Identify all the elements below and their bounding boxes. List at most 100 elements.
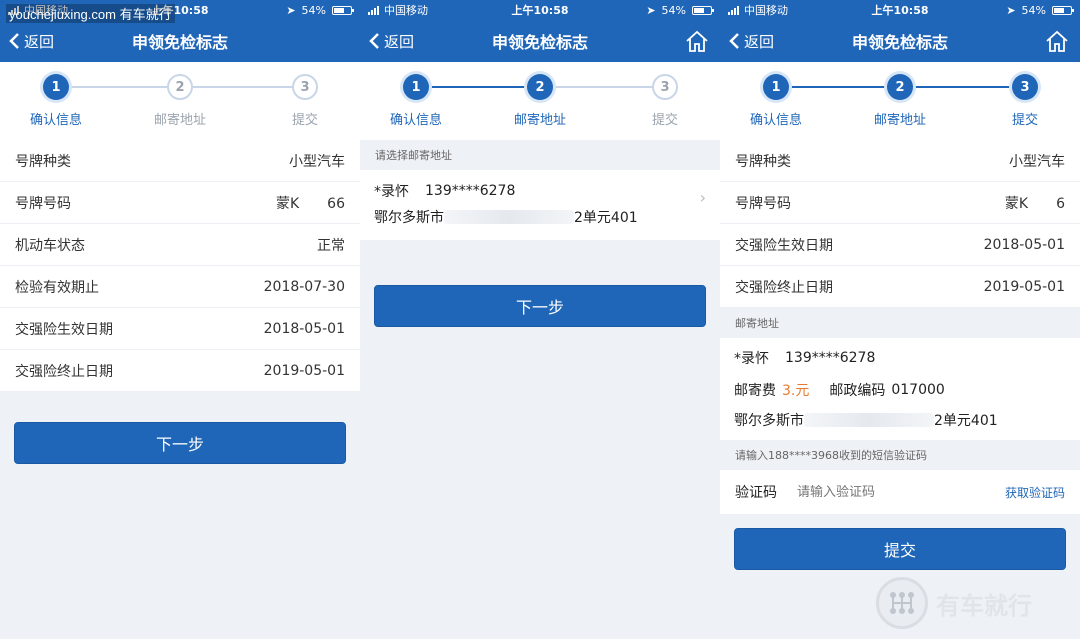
next-step-button[interactable]: 下一步 xyxy=(14,422,346,464)
chevron-right-icon: › xyxy=(699,188,706,207)
screen-mail-address: 中国移动 上午10:58 ➤ 54% 返回 申领免检标志 1 确认信息 2 邮寄… xyxy=(360,0,720,639)
redacted-area xyxy=(444,210,574,224)
recipient-name: *录怀 xyxy=(734,351,769,367)
screen-submit: 中国移动 上午10:58 ➤ 54% 返回 申领免检标志 1 确认信息 2 邮寄… xyxy=(720,0,1080,639)
status-bar: 中国移动 上午10:58 ➤ 54% xyxy=(360,0,720,20)
battery-percent: 54% xyxy=(301,3,326,17)
section-label: 请选择邮寄地址 xyxy=(360,140,720,170)
mail-address-block: *录怀 139****6278 邮寄费 3.元 邮政编码 017000 鄂尔多斯… xyxy=(720,338,1080,440)
fee-label: 邮寄费 xyxy=(734,383,776,399)
chevron-left-icon xyxy=(9,33,19,49)
three-screens: 中国移动 上午10:58 ➤ 54% 返回 申领免检标志 1 确认信息 2 邮寄… xyxy=(0,0,1080,639)
signal-icon xyxy=(728,5,739,15)
battery-percent: 54% xyxy=(1021,3,1046,17)
list-item: 号牌种类 小型汽车 xyxy=(0,140,360,182)
watermark: youchejiuxing.com 有车就行 xyxy=(6,4,175,23)
signal-icon xyxy=(368,5,379,15)
section-label: 邮寄地址 xyxy=(720,308,1080,338)
step-label: 确认信息 xyxy=(749,113,802,128)
page-title: 申领免检标志 xyxy=(131,33,228,52)
address-end: 2单元401 xyxy=(574,210,638,226)
progress-steps: 1 确认信息 2 邮寄地址 3 提交 xyxy=(0,62,360,140)
postcode-value: 017000 xyxy=(891,382,945,398)
fee-value: 3.元 xyxy=(782,383,810,399)
location-icon: ➤ xyxy=(1006,3,1016,17)
vehicle-info-list: 号牌种类 小型汽车 号牌号码 蒙K 6 交强险生效日期 2018-05-01 交强险终… xyxy=(720,140,1080,308)
step-label: 提交 xyxy=(1011,113,1038,128)
battery-icon xyxy=(332,5,354,15)
step-2: 2 邮寄地址 xyxy=(135,74,225,128)
list-item: 交强险生效日期 2018-05-01 xyxy=(720,224,1080,266)
list-item: 检验有效期止 2018-07-30 xyxy=(0,266,360,308)
list-item: 交强险生效日期 2018-05-01 xyxy=(0,308,360,350)
list-item: 机动车状态 正常 xyxy=(0,224,360,266)
step-2: 2 邮寄地址 xyxy=(855,74,945,128)
back-button[interactable]: 返回 xyxy=(368,20,414,62)
back-button[interactable]: 返回 xyxy=(728,20,774,62)
battery-icon xyxy=(692,5,714,15)
sms-hint: 请输入188****3968收到的短信验证码 xyxy=(720,440,1080,470)
verification-row: 验证码 获取验证码 xyxy=(720,470,1080,514)
list-item: 号牌号码 蒙K 6 xyxy=(720,182,1080,224)
location-icon: ➤ xyxy=(646,3,656,17)
step-1: 1 确认信息 xyxy=(371,74,461,128)
code-label: 验证码 xyxy=(735,485,777,501)
step-label: 提交 xyxy=(651,113,678,128)
step-label: 邮寄地址 xyxy=(153,113,206,128)
list-item: 号牌种类 小型汽车 xyxy=(720,140,1080,182)
postcode-label: 邮政编码 xyxy=(829,383,886,399)
recipient-phone: 139****6278 xyxy=(785,350,876,366)
location-icon: ➤ xyxy=(286,3,296,17)
next-step-button[interactable]: 下一步 xyxy=(374,285,706,327)
redacted-area xyxy=(804,413,934,427)
page-title: 申领免检标志 xyxy=(491,33,588,52)
verification-code-input[interactable] xyxy=(797,484,1005,500)
battery-icon xyxy=(1052,5,1074,15)
gear-shift-icon xyxy=(876,577,928,629)
back-label: 返回 xyxy=(744,32,775,51)
back-button[interactable]: 返回 xyxy=(8,20,54,62)
battery-percent: 54% xyxy=(661,3,686,17)
recipient-phone: 139****6278 xyxy=(425,183,516,199)
list-item: 交强险终止日期 2019-05-01 xyxy=(0,350,360,392)
list-item: 号牌号码 蒙K 66 xyxy=(0,182,360,224)
address-end: 2单元401 xyxy=(934,413,998,429)
nav-bar: 返回 申领免检标志 xyxy=(0,20,360,62)
step-3: 3 提交 xyxy=(260,74,350,128)
recipient-name: *录怀 xyxy=(374,184,409,200)
address-item[interactable]: *录怀 139****6278 鄂尔多斯市 2单元401 › xyxy=(360,170,720,240)
step-1: 1 确认信息 xyxy=(731,74,821,128)
carrier-label: 中国移动 xyxy=(744,4,788,17)
chevron-left-icon xyxy=(369,33,379,49)
page-title: 申领免检标志 xyxy=(851,33,948,52)
address-start: 鄂尔多斯市 xyxy=(734,413,804,429)
step-3: 3 提交 xyxy=(980,74,1070,128)
nav-bar: 返回 申领免检标志 xyxy=(720,20,1080,62)
chevron-left-icon xyxy=(729,33,739,49)
step-label: 确认信息 xyxy=(389,113,442,128)
home-icon[interactable] xyxy=(684,28,710,54)
logo-text: 有车就行 xyxy=(936,591,1032,620)
progress-steps: 1 确认信息 2 邮寄地址 3 提交 xyxy=(360,62,720,140)
status-bar: 中国移动 上午10:58 ➤ 54% xyxy=(720,0,1080,20)
back-label: 返回 xyxy=(384,32,415,51)
step-label: 邮寄地址 xyxy=(513,113,566,128)
step-2: 2 邮寄地址 xyxy=(495,74,585,128)
address-start: 鄂尔多斯市 xyxy=(374,210,444,226)
step-label: 邮寄地址 xyxy=(873,113,926,128)
step-label: 确认信息 xyxy=(29,113,82,128)
home-icon[interactable] xyxy=(1044,28,1070,54)
get-code-button[interactable]: 获取验证码 xyxy=(1005,484,1065,501)
back-label: 返回 xyxy=(24,32,55,51)
carrier-label: 中国移动 xyxy=(384,4,428,17)
nav-bar: 返回 申领免检标志 xyxy=(360,20,720,62)
list-item: 交强险终止日期 2019-05-01 xyxy=(720,266,1080,308)
vehicle-info-list: 号牌种类 小型汽车 号牌号码 蒙K 66 机动车状态 正常 检验有效期止 2018-07… xyxy=(0,140,360,392)
submit-button[interactable]: 提交 xyxy=(734,528,1066,570)
step-label: 提交 xyxy=(291,113,318,128)
screen-confirm-info: 中国移动 上午10:58 ➤ 54% 返回 申领免检标志 1 确认信息 2 邮寄… xyxy=(0,0,360,639)
step-3: 3 提交 xyxy=(620,74,710,128)
progress-steps: 1 确认信息 2 邮寄地址 3 提交 xyxy=(720,62,1080,140)
step-1: 1 确认信息 xyxy=(11,74,101,128)
brand-logo: 有车就行 xyxy=(876,575,1046,631)
